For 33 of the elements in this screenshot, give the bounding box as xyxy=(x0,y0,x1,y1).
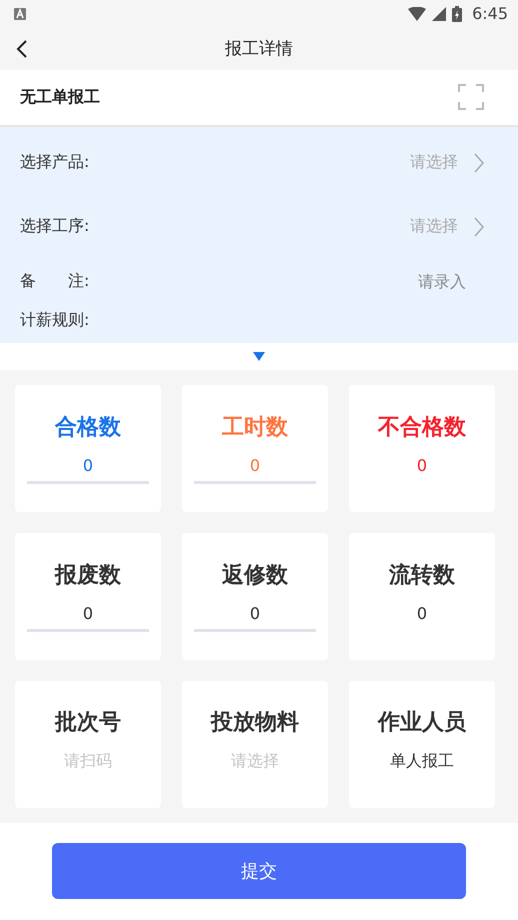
mode-label: 无工单报工 xyxy=(20,86,100,108)
back-icon[interactable] xyxy=(16,39,28,60)
chevron-right-icon xyxy=(474,216,484,236)
field-label: 计薪规则: xyxy=(20,310,90,331)
field-label: 选择工序: xyxy=(20,216,90,237)
card-title: 报废数 xyxy=(55,562,121,590)
card-value[interactable]: 0 xyxy=(194,604,316,632)
card-title: 批次号 xyxy=(55,709,121,738)
card-title: 工时数 xyxy=(222,414,288,442)
card-value[interactable]: 0 xyxy=(194,456,316,484)
signal-icon xyxy=(432,6,446,21)
card-title: 合格数 xyxy=(55,414,121,442)
submit-button[interactable]: 提交 xyxy=(52,843,466,900)
wifi-icon xyxy=(408,6,426,21)
clock-time: 6:45 xyxy=(472,4,508,24)
card-title: 不合格数 xyxy=(378,414,466,442)
field-label: 备 注: xyxy=(20,271,90,292)
chevron-right-icon xyxy=(474,152,484,172)
battery-icon xyxy=(452,6,462,22)
field-label: 选择产品: xyxy=(20,152,90,173)
notification-icon xyxy=(14,8,26,20)
card-title: 投放物料 xyxy=(211,709,299,738)
card-value[interactable]: 0 xyxy=(27,604,149,632)
input-field[interactable]: 请录入 xyxy=(346,272,484,291)
card-title: 作业人员 xyxy=(378,709,466,738)
card-title: 返修数 xyxy=(222,562,288,590)
card-value[interactable]: 0 xyxy=(27,456,149,484)
card-value[interactable]: 0 xyxy=(361,604,483,632)
card-title: 流转数 xyxy=(389,562,455,590)
card-value[interactable]: 0 xyxy=(361,456,483,484)
page-title: 报工详情 xyxy=(225,38,293,60)
card-value[interactable]: 单人报工 xyxy=(361,751,483,782)
collapse-triangle-icon[interactable] xyxy=(253,352,265,361)
